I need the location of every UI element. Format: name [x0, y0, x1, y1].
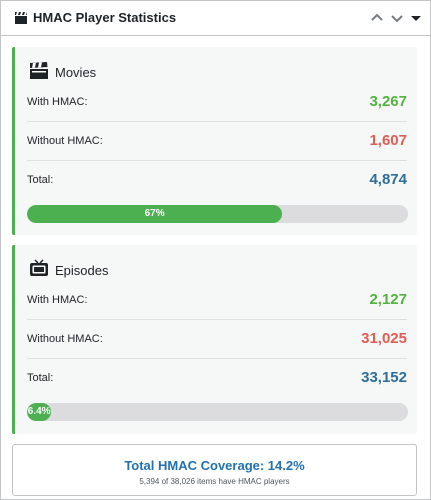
movies-progress-label: 67%	[144, 208, 165, 219]
episodes-with-value: 2,127	[369, 291, 407, 308]
episodes-with-row: With HMAC: 2,127	[27, 282, 407, 320]
episodes-total-row: Total: 33,152	[27, 360, 407, 398]
episodes-without-value: 31,025	[361, 330, 407, 347]
episodes-title: Episodes	[55, 263, 109, 278]
chevron-up-icon[interactable]	[369, 10, 385, 26]
coverage-total: Total HMAC Coverage: 14.2%	[124, 458, 305, 473]
movies-with-row: With HMAC: 3,267	[27, 84, 407, 122]
episodes-without-label: Without HMAC:	[27, 333, 103, 345]
episodes-progress-label: 6.4%	[27, 406, 51, 417]
episodes-without-row: Without HMAC: 31,025	[27, 321, 407, 359]
coverage-detail: 5,394 of 38,026 items have HMAC players	[139, 477, 290, 486]
movies-total-value: 4,874	[369, 171, 407, 188]
movies-progress-bar: 67%	[27, 205, 408, 223]
chevron-down-icon[interactable]	[389, 10, 405, 26]
hmac-stats-widget: HMAC Player Statistics Movies With HMAC:…	[0, 0, 431, 500]
caret-down-icon[interactable]	[408, 10, 424, 26]
movies-total-row: Total: 4,874	[27, 162, 407, 200]
movies-with-value: 3,267	[369, 93, 407, 110]
movies-without-row: Without HMAC: 1,607	[27, 123, 407, 161]
movies-title: Movies	[55, 65, 97, 80]
movies-without-label: Without HMAC:	[27, 135, 103, 147]
tv-icon	[30, 259, 48, 276]
movies-with-label: With HMAC:	[27, 96, 88, 108]
movies-section: Movies With HMAC: 3,267 Without HMAC: 1,…	[12, 47, 417, 235]
movies-total-label: Total:	[27, 174, 54, 186]
episodes-total-label: Total:	[27, 372, 54, 384]
episodes-section: Episodes With HMAC: 2,127 Without HMAC: …	[12, 245, 417, 434]
clapperboard-icon	[15, 12, 27, 24]
episodes-progress-bar: 6.4%	[27, 403, 408, 421]
movies-without-value: 1,607	[369, 132, 407, 149]
episodes-with-label: With HMAC:	[27, 294, 88, 306]
episodes-total-value: 33,152	[361, 369, 407, 386]
widget-header: HMAC Player Statistics	[1, 1, 430, 36]
widget-title: HMAC Player Statistics	[33, 10, 177, 25]
coverage-summary: Total HMAC Coverage: 14.2% 5,394 of 38,0…	[12, 444, 417, 496]
clapperboard-icon	[30, 62, 48, 79]
